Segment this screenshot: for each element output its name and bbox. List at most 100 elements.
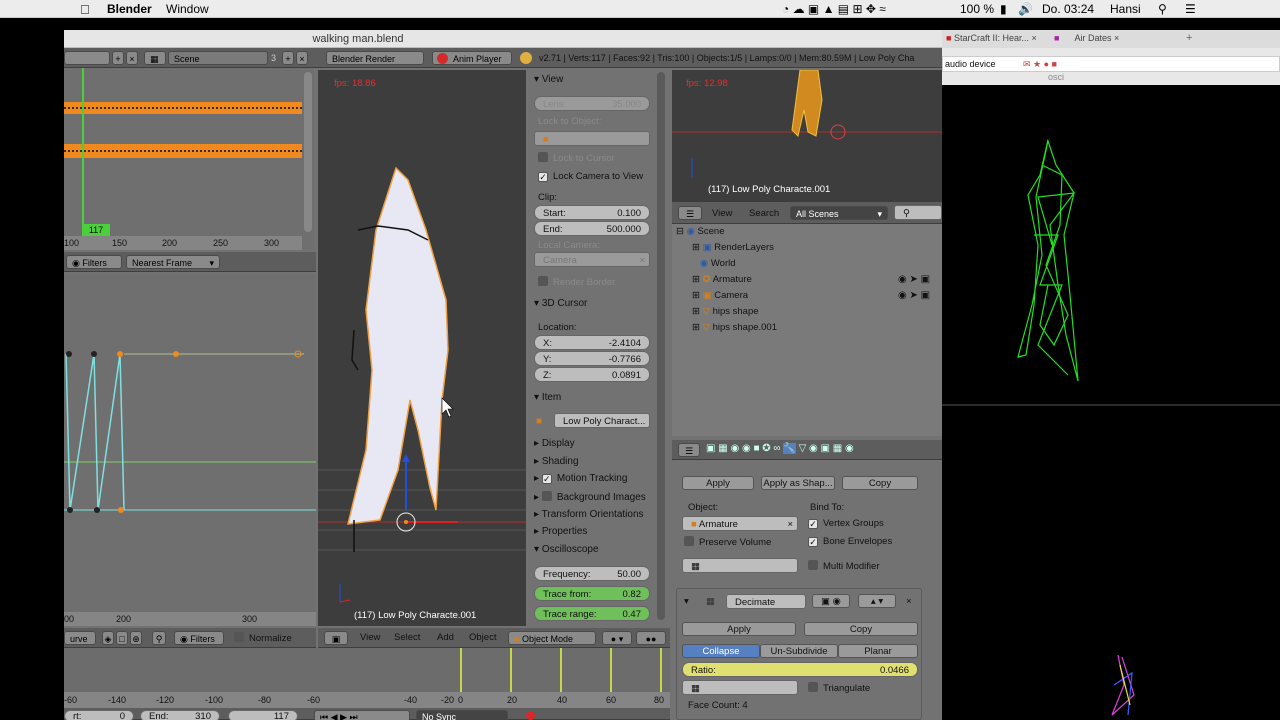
menu-view[interactable]: View <box>360 632 380 643</box>
graph-filters-button[interactable]: ◉ Filters <box>174 631 224 645</box>
browser-tab-1[interactable]: ■ StarCraft II: Hear... × <box>946 33 1037 43</box>
decimate-vertex-group-field[interactable]: ▦ <box>682 680 798 695</box>
properties-panel-header[interactable]: ▸ Properties <box>534 526 587 537</box>
user-name[interactable]: Hansi <box>1110 2 1141 16</box>
filters-button[interactable]: ◉ Filters <box>66 255 122 269</box>
apply-as-shape-button[interactable]: Apply as Shap... <box>761 476 835 490</box>
armature-object-field[interactable]: ■ Armature × <box>682 516 798 531</box>
menu-object[interactable]: Object <box>469 632 496 643</box>
visibility-eye-icon[interactable]: ◉ ➤ ▣ <box>898 290 930 301</box>
outliner-item-hips-shape-001[interactable]: ⊞ ▽ hips shape.001 <box>692 322 777 333</box>
camera-view[interactable]: fps: 12.98 (117) Low Poly Characte.001 <box>672 70 942 202</box>
lock-object-field[interactable]: ■ <box>534 131 650 146</box>
mode-select[interactable]: ■ Object Mode <box>508 631 596 645</box>
trace-range-slider[interactable]: Trace range: 0.47 <box>534 606 650 621</box>
render-border-checkbox[interactable]: Render Border <box>538 276 615 288</box>
editor-type-icon[interactable]: ▣ <box>324 631 348 645</box>
end-frame-field[interactable]: End: 310 <box>140 710 220 720</box>
cursor-x-field[interactable]: X: -2.4104 <box>534 335 650 350</box>
outliner-view-menu[interactable]: View <box>712 208 732 219</box>
triangulate-checkbox[interactable]: Triangulate <box>808 682 870 694</box>
modifier-name-field[interactable]: Decimate <box>726 594 806 609</box>
new-tab-icon[interactable]: + <box>1186 32 1192 44</box>
background-images-panel-header[interactable]: ▸ Background Images <box>534 491 646 503</box>
playback-controls[interactable]: ⏮ ◀ ▶ ⏭ <box>314 710 410 720</box>
volume-icon[interactable]: 🔊 <box>1018 2 1033 16</box>
dopesheet-editor[interactable]: 117 100 150 200 250 300 <box>64 68 314 250</box>
frequency-field[interactable]: Frequency: 50.00 <box>534 566 650 581</box>
vertex-group-field[interactable]: ▦ <box>682 558 798 573</box>
address-bar[interactable]: audio device ✉ ★ ● ■ <box>942 56 1280 72</box>
3d-cursor-panel-header[interactable]: ▾ 3D Cursor <box>534 298 587 309</box>
armature-apply-button[interactable]: Apply <box>682 476 754 490</box>
apple-menu-icon[interactable]:  <box>80 2 90 17</box>
zoom-icon[interactable]: ⚲ <box>152 631 166 645</box>
menu-add[interactable]: Add <box>437 632 454 643</box>
decimate-apply-button[interactable]: Apply <box>682 622 796 636</box>
view-panel-header[interactable]: ▾ View <box>534 74 563 85</box>
scene-field[interactable]: Scene <box>168 51 268 65</box>
display-mode-select[interactable]: All Scenes ▾ <box>790 206 888 220</box>
browser-tab-2[interactable]: ■ Air Dates × <box>1054 33 1119 43</box>
viewport-scene[interactable] <box>318 70 526 626</box>
remove-modifier-icon[interactable]: × <box>906 596 912 607</box>
lock-to-cursor-checkbox[interactable]: Lock to Cursor <box>538 152 615 164</box>
remove-scene-icon[interactable]: × <box>296 51 308 65</box>
add-scene-icon[interactable]: + <box>282 51 294 65</box>
window-menu[interactable]: Window <box>166 2 209 16</box>
display-toggle-icons[interactable]: ▣ ◉ <box>812 594 850 608</box>
outliner-item-armature[interactable]: ⊞ ✪ Armature <box>692 274 752 285</box>
outliner-item-world[interactable]: ◉ World <box>692 258 736 269</box>
pivot-select[interactable]: ●● <box>636 631 666 645</box>
normalize-checkbox[interactable]: Normalize <box>234 632 292 644</box>
screen-field[interactable] <box>64 51 110 65</box>
shading-select[interactable]: ● ▾ <box>602 631 632 645</box>
current-frame-field[interactable]: 117 <box>228 710 298 720</box>
lock-icon[interactable]: □ <box>116 631 128 645</box>
outliner-item-hips-shape[interactable]: ⊞ ▽ hips shape <box>692 306 759 317</box>
properties-context-tabs[interactable]: ▣ ▦ ◉ ◉ ■ ✪ ∞ 🔧 ▽ ◉ ▣ ▦ ◉ <box>706 443 896 457</box>
remove-screen-icon[interactable]: × <box>126 51 138 65</box>
multi-modifier-checkbox[interactable]: Multi Modifier <box>808 560 880 572</box>
trace-from-slider[interactable]: Trace from: 0.82 <box>534 586 650 601</box>
clip-start-field[interactable]: Start: 0.100 <box>534 205 650 220</box>
render-engine-select[interactable]: Blender Render <box>326 51 424 65</box>
anim-player-button[interactable]: Anim Player <box>432 51 512 65</box>
lock-camera-to-view-checkbox[interactable]: ✓ Lock Camera to View <box>538 171 643 182</box>
record-icon[interactable] <box>526 711 535 720</box>
timeline[interactable]: -60 -140 -120 -100 -80 -60 -40 -20 0 20 … <box>64 648 670 708</box>
app-menu[interactable]: Blender <box>107 2 152 16</box>
motion-tracking-panel-header[interactable]: ▸ ✓ Motion Tracking <box>534 473 627 484</box>
ratio-slider[interactable]: Ratio: 0.0466 <box>682 662 918 677</box>
clip-end-field[interactable]: End: 500.000 <box>534 221 650 236</box>
local-camera-field[interactable]: Camera × <box>534 252 650 267</box>
item-panel-header[interactable]: ▾ Item <box>534 392 561 403</box>
outliner-search-menu[interactable]: Search <box>749 208 779 219</box>
cursor-icon[interactable]: ⊕ <box>130 631 142 645</box>
vertex-groups-checkbox[interactable]: ✓ Vertex Groups <box>808 518 884 529</box>
shading-panel-header[interactable]: ▸ Shading <box>534 456 579 467</box>
graph-editor[interactable]: 00 200 300 <box>64 274 316 626</box>
visibility-eye-icon[interactable]: ◉ ➤ ▣ <box>898 274 930 285</box>
unsubdivide-tab[interactable]: Un-Subdivide <box>760 644 838 658</box>
outliner-item-renderlayers[interactable]: ⊞ ▣ RenderLayers <box>692 242 774 253</box>
display-panel-header[interactable]: ▸ Display <box>534 438 575 449</box>
armature-copy-button[interactable]: Copy <box>842 476 918 490</box>
sync-select[interactable]: No Sync <box>416 710 508 720</box>
collapse-tab[interactable]: Collapse <box>682 644 760 658</box>
search-icon[interactable]: ⚲ <box>1158 2 1167 16</box>
scene-type-icon[interactable]: ▦ <box>144 51 166 65</box>
properties-scrollbar[interactable] <box>657 72 665 620</box>
current-frame-line[interactable] <box>82 68 84 236</box>
graph-mode-select[interactable]: urve <box>64 631 96 645</box>
start-frame-field[interactable]: rt: 0 <box>64 710 134 720</box>
add-screen-icon[interactable]: + <box>112 51 124 65</box>
preserve-volume-checkbox[interactable]: Preserve Volume <box>684 536 771 548</box>
outliner-search-input[interactable]: ⚲ <box>894 205 942 220</box>
cursor-y-field[interactable]: Y: -0.7766 <box>534 351 650 366</box>
oscilloscope-panel-header[interactable]: ▾ Oscilloscope <box>534 544 599 555</box>
move-modifier-icons[interactable]: ▴ ▾ <box>858 594 896 608</box>
outliner-item-scene[interactable]: ⊟ ◉ Scene <box>676 226 724 237</box>
cursor-z-field[interactable]: Z: 0.0891 <box>534 367 650 382</box>
fcurve-canvas[interactable] <box>64 274 316 626</box>
